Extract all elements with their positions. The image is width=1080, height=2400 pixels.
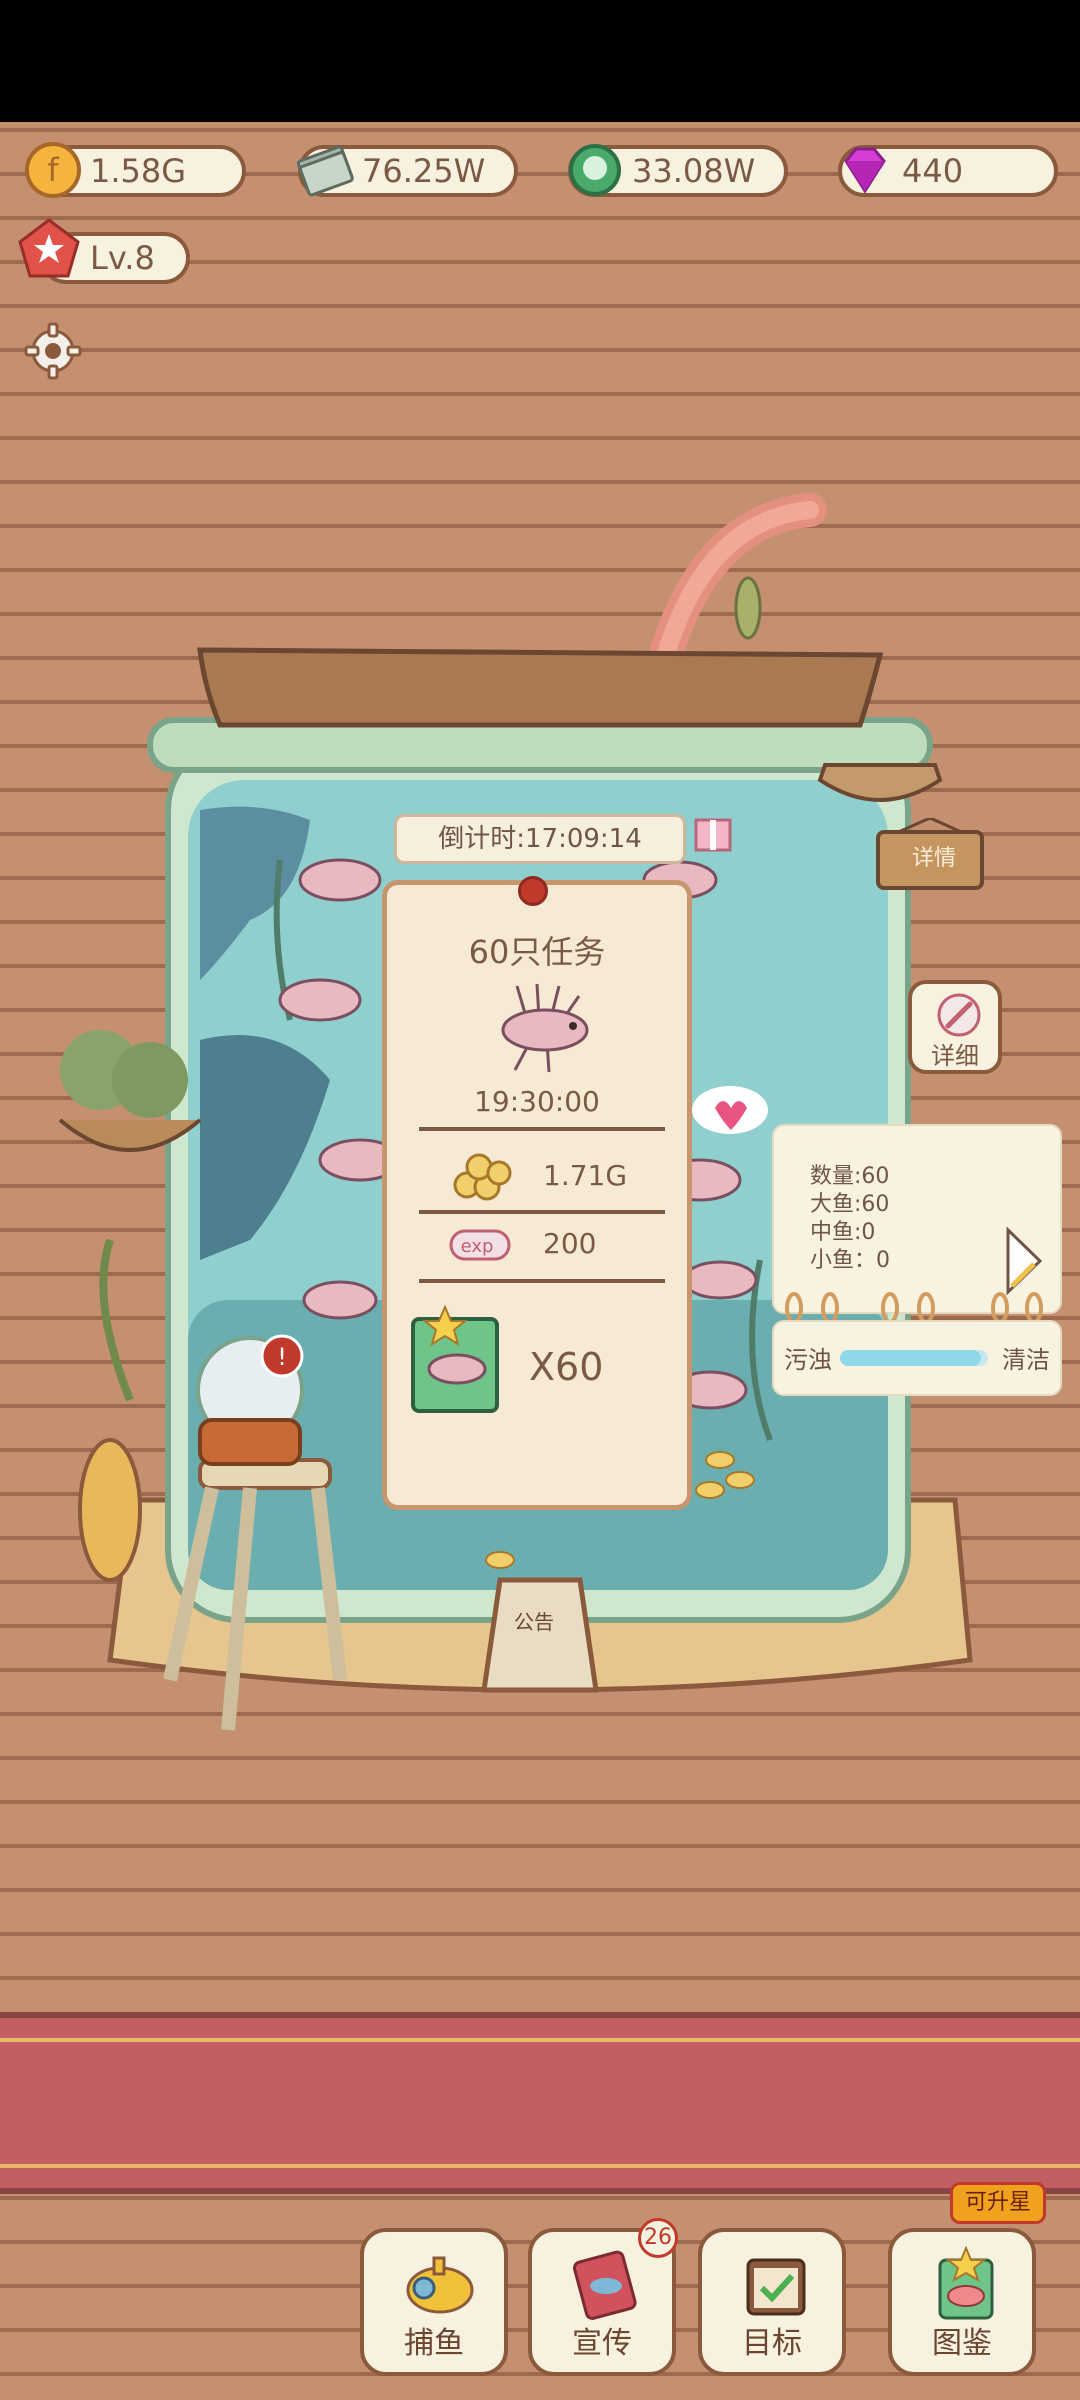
gold-value: 1.58G [90,152,187,190]
lionfish-icon [501,983,589,1073]
detail-sign-label: 详情 [912,846,957,871]
divider [419,1279,665,1283]
upgrade-star-tag: 可升星 [950,2182,1046,2224]
exp-icon-label: exp [461,1236,494,1257]
promo-count-badge: 26 [638,2218,678,2258]
fish-info-panel: 数量:60 大鱼:60 中鱼:0 小鱼：0 [772,1124,1062,1314]
task-card[interactable]: 60只任务 19:30:00 1.71G exp 200 X60 [382,880,692,1510]
gem-value: 440 [902,152,964,190]
task-time: 19:30:00 [474,1085,600,1118]
pearl-value: 33.08W [632,152,756,190]
detail-button-label: 详细 [931,1042,979,1070]
pin-icon [518,876,548,906]
reward-gold-value: 1.71G [543,1159,628,1192]
settings-gear-icon[interactable] [22,320,84,382]
reward-count: X60 [529,1345,604,1389]
cash-value: 76.25W [362,152,486,190]
fish-collection-icon [938,2246,994,2320]
dirty-label: 污浊 [784,1346,832,1374]
exp-icon: exp [449,1229,511,1261]
divider [419,1210,665,1214]
task-countdown-text: 倒计时:17:09:14 [438,824,642,854]
next-arrow-icon[interactable] [1004,1226,1044,1296]
detail-button[interactable]: 详细 [908,980,1002,1074]
cleanliness-fill [840,1350,981,1366]
divider [419,1127,665,1131]
reward-gold-row: 1.71G [387,1147,687,1207]
nav-fishing-button[interactable]: 捕鱼 [360,2228,508,2376]
level-label: Lv.8 [90,239,155,277]
task-title: 60只任务 [468,933,606,971]
svg-text:f: f [47,151,59,189]
reward-exp-row: exp 200 [387,1215,687,1275]
clipboard-check-icon [746,2258,806,2316]
gem-icon [844,147,886,194]
promo-flyer-icon [572,2250,637,2320]
cleanliness-bar [840,1350,988,1366]
nav-fishing-label: 捕鱼 [404,2326,464,2361]
banner-trim [0,2164,1080,2168]
nav-goals-label: 目标 [742,2326,802,2361]
nav-collection-button[interactable]: 图鉴 [888,2228,1036,2376]
gold-counter[interactable]: f 1.58G [25,142,246,198]
nav-promo-label: 宣传 [572,2326,632,2361]
banner-trim [0,2038,1080,2042]
pearl-counter[interactable]: 33.08W [568,144,788,197]
gem-counter[interactable]: 440 [838,145,1058,197]
notice-board[interactable] [481,1577,599,1693]
info-small-fish: 小鱼：0 [810,1248,890,1273]
notice-board-label: 公告 [514,1610,554,1634]
cash-counter[interactable]: 76.25W [296,145,518,197]
banner-strip [0,2012,1080,2194]
pencil-icon [937,993,981,1037]
nav-goals-button[interactable]: 目标 [698,2228,846,2376]
submarine-icon [406,2256,474,2314]
nav-collection-label: 图鉴 [932,2326,992,2361]
cleanliness-panel: 污浊 清洁 [772,1320,1062,1396]
banknote-icon [296,145,354,197]
svg-text:!: ! [277,1343,287,1371]
clean-label: 清洁 [1002,1346,1050,1374]
pearl-icon [569,144,621,196]
status-bar [0,0,1080,122]
gold-coin-icon: f [25,142,81,198]
task-countdown: 倒计时:17:09:14 [394,814,686,864]
fish-card-icon [411,1305,499,1413]
reward-exp-value: 200 [543,1227,597,1260]
nav-promo-button[interactable]: 宣传 26 [528,2218,678,2376]
level-star-icon [18,218,80,278]
gold-coins-icon [453,1153,512,1201]
